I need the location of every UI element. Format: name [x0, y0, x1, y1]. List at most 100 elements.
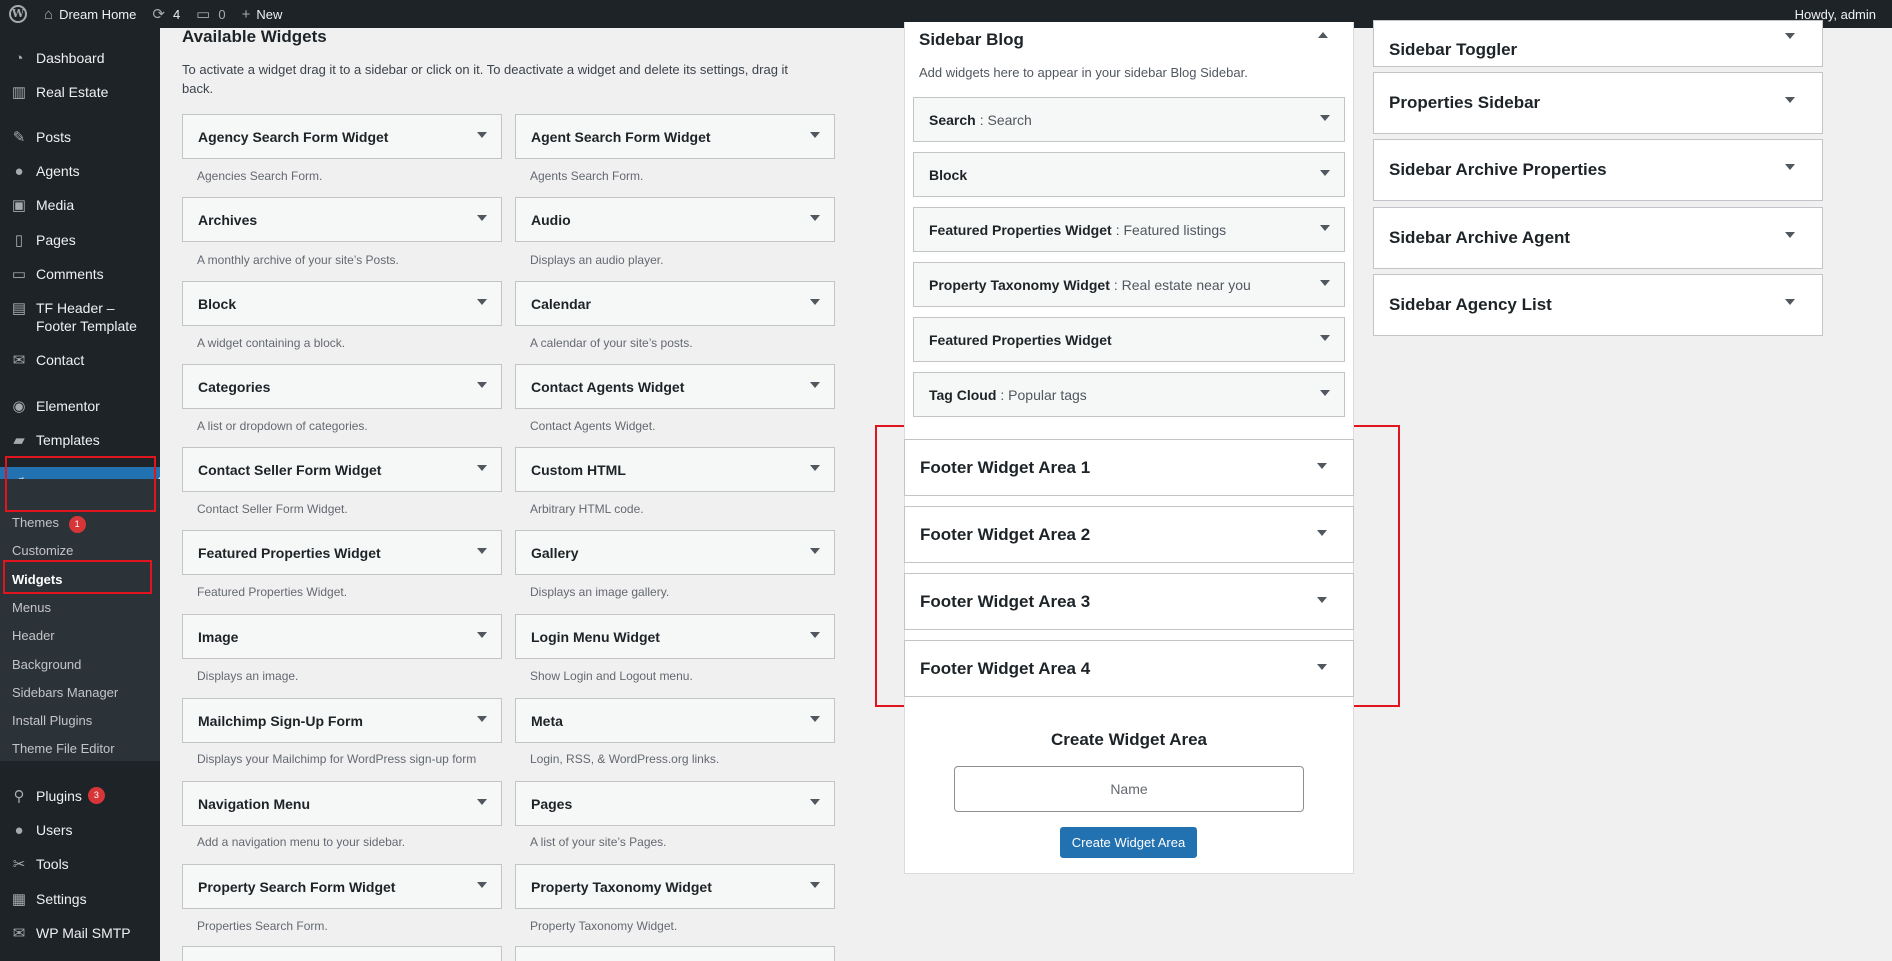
expand-arrow-icon[interactable] — [810, 299, 820, 305]
menu-tf-header-footer[interactable]: ▤ TF Header – Footer Template — [0, 299, 160, 335]
widget-item[interactable]: Pages — [515, 781, 835, 826]
wordpress-logo-icon[interactable]: W — [0, 0, 36, 28]
widget-item[interactable]: Agent Search Form Widget — [515, 114, 835, 159]
submenu-header[interactable]: Header — [12, 628, 55, 643]
menu-contact[interactable]: ✉ Contact — [0, 351, 160, 369]
expand-arrow-icon[interactable] — [477, 632, 487, 638]
menu-posts[interactable]: ✎ Posts — [0, 128, 160, 146]
menu-dashboard[interactable]: ◔ Dashboard — [0, 49, 160, 67]
expand-arrow-icon[interactable] — [1317, 664, 1327, 670]
widget-item[interactable]: Contact Seller Form Widget — [182, 447, 502, 492]
submenu-background[interactable]: Background — [12, 657, 81, 672]
widget-item[interactable]: Block — [182, 281, 502, 326]
menu-comments[interactable]: ▭ Comments — [0, 265, 160, 283]
collapse-arrow-icon[interactable] — [1318, 32, 1328, 38]
sidebar-area[interactable]: Sidebar Archive Agent — [1373, 207, 1823, 269]
sidebar-area[interactable]: Sidebar Agency List — [1373, 274, 1823, 336]
expand-arrow-icon[interactable] — [1317, 597, 1327, 603]
sidebar-area[interactable]: Properties Sidebar — [1373, 72, 1823, 134]
expand-arrow-icon[interactable] — [810, 716, 820, 722]
widget-item[interactable]: Gallery — [515, 530, 835, 575]
sidebar-widget-item[interactable]: Featured Properties Widget — [913, 317, 1345, 362]
widget-area-name-input[interactable] — [954, 766, 1304, 812]
expand-arrow-icon[interactable] — [810, 799, 820, 805]
widget-item[interactable]: Mailchimp Sign-Up Form — [182, 698, 502, 743]
site-name-link[interactable]: ⌂ Dream Home — [36, 0, 144, 28]
widget-item-partial[interactable] — [515, 946, 835, 961]
widget-item[interactable]: Property Search Form Widget — [182, 864, 502, 909]
updates-link[interactable]: ⟳ 4 — [144, 0, 188, 28]
sidebar-widget-item[interactable]: Tag Cloud: Popular tags — [913, 372, 1345, 417]
expand-arrow-icon[interactable] — [810, 215, 820, 221]
widget-item[interactable]: Meta — [515, 698, 835, 743]
sidebar-widget-item[interactable]: Featured Properties Widget: Featured lis… — [913, 207, 1345, 252]
expand-arrow-icon[interactable] — [1785, 33, 1795, 39]
widget-item[interactable]: Audio — [515, 197, 835, 242]
expand-arrow-icon[interactable] — [810, 632, 820, 638]
expand-arrow-icon[interactable] — [1320, 280, 1330, 286]
expand-arrow-icon[interactable] — [1785, 299, 1795, 305]
expand-arrow-icon[interactable] — [477, 382, 487, 388]
expand-arrow-icon[interactable] — [810, 465, 820, 471]
widget-item[interactable]: Contact Agents Widget — [515, 364, 835, 409]
widget-item[interactable]: Image — [182, 614, 502, 659]
expand-arrow-icon[interactable] — [1320, 170, 1330, 176]
submenu-themes[interactable]: Themes 1 — [12, 515, 86, 533]
widget-item[interactable]: Categories — [182, 364, 502, 409]
expand-arrow-icon[interactable] — [477, 215, 487, 221]
menu-plugins[interactable]: ⚲ Plugins 3 — [0, 787, 160, 805]
widget-item[interactable]: Login Menu Widget — [515, 614, 835, 659]
widget-item[interactable]: Property Taxonomy Widget — [515, 864, 835, 909]
expand-arrow-icon[interactable] — [1317, 530, 1327, 536]
menu-media[interactable]: ▣ Media — [0, 196, 160, 214]
expand-arrow-icon[interactable] — [810, 382, 820, 388]
expand-arrow-icon[interactable] — [1785, 164, 1795, 170]
menu-settings[interactable]: ▦ Settings — [0, 890, 160, 908]
expand-arrow-icon[interactable] — [477, 799, 487, 805]
expand-arrow-icon[interactable] — [477, 132, 487, 138]
widget-item-partial[interactable] — [182, 946, 502, 961]
footer-widget-area-4[interactable]: Footer Widget Area 4 — [904, 640, 1354, 697]
menu-agents[interactable]: ● Agents — [0, 162, 160, 180]
comments-link[interactable]: ▭ 0 — [188, 0, 233, 28]
expand-arrow-icon[interactable] — [810, 882, 820, 888]
menu-real-estate[interactable]: ▥ Real Estate — [0, 83, 160, 101]
menu-tools[interactable]: ✂ Tools — [0, 855, 160, 873]
widget-item[interactable]: Calendar — [515, 281, 835, 326]
expand-arrow-icon[interactable] — [477, 465, 487, 471]
expand-arrow-icon[interactable] — [477, 882, 487, 888]
menu-elementor[interactable]: ◉ Elementor — [0, 397, 160, 415]
new-content-link[interactable]: + New — [234, 0, 291, 28]
submenu-sidebars-manager[interactable]: Sidebars Manager — [12, 685, 118, 700]
submenu-theme-file-editor[interactable]: Theme File Editor — [12, 741, 115, 756]
menu-templates[interactable]: ▰ Templates — [0, 431, 160, 449]
sidebar-blog-title[interactable]: Sidebar Blog — [919, 30, 1024, 50]
expand-arrow-icon[interactable] — [1320, 225, 1330, 231]
footer-widget-area-2[interactable]: Footer Widget Area 2 — [904, 506, 1354, 563]
widget-item[interactable]: Navigation Menu — [182, 781, 502, 826]
expand-arrow-icon[interactable] — [810, 548, 820, 554]
sidebar-widget-item[interactable]: Block — [913, 152, 1345, 197]
submenu-widgets[interactable]: Widgets — [12, 572, 62, 587]
widget-item[interactable]: Custom HTML — [515, 447, 835, 492]
submenu-install-plugins[interactable]: Install Plugins — [12, 713, 92, 728]
widget-item[interactable]: Featured Properties Widget — [182, 530, 502, 575]
footer-widget-area-1[interactable]: Footer Widget Area 1 — [904, 439, 1354, 496]
widget-item[interactable]: Agency Search Form Widget — [182, 114, 502, 159]
expand-arrow-icon[interactable] — [1320, 335, 1330, 341]
footer-widget-area-3[interactable]: Footer Widget Area 3 — [904, 573, 1354, 630]
sidebar-widget-item[interactable]: Search: Search — [913, 97, 1345, 142]
expand-arrow-icon[interactable] — [1785, 97, 1795, 103]
widget-item[interactable]: Archives — [182, 197, 502, 242]
menu-pages[interactable]: ▯ Pages — [0, 231, 160, 249]
create-widget-area-button[interactable]: Create Widget Area — [1060, 827, 1197, 858]
expand-arrow-icon[interactable] — [810, 132, 820, 138]
submenu-menus[interactable]: Menus — [12, 600, 51, 615]
expand-arrow-icon[interactable] — [1785, 232, 1795, 238]
expand-arrow-icon[interactable] — [1320, 390, 1330, 396]
expand-arrow-icon[interactable] — [477, 299, 487, 305]
menu-wp-mail-smtp[interactable]: ✉ WP Mail SMTP — [0, 924, 160, 942]
sidebar-area[interactable]: Sidebar Toggler — [1373, 20, 1823, 67]
expand-arrow-icon[interactable] — [477, 548, 487, 554]
menu-users[interactable]: ● Users — [0, 821, 160, 839]
